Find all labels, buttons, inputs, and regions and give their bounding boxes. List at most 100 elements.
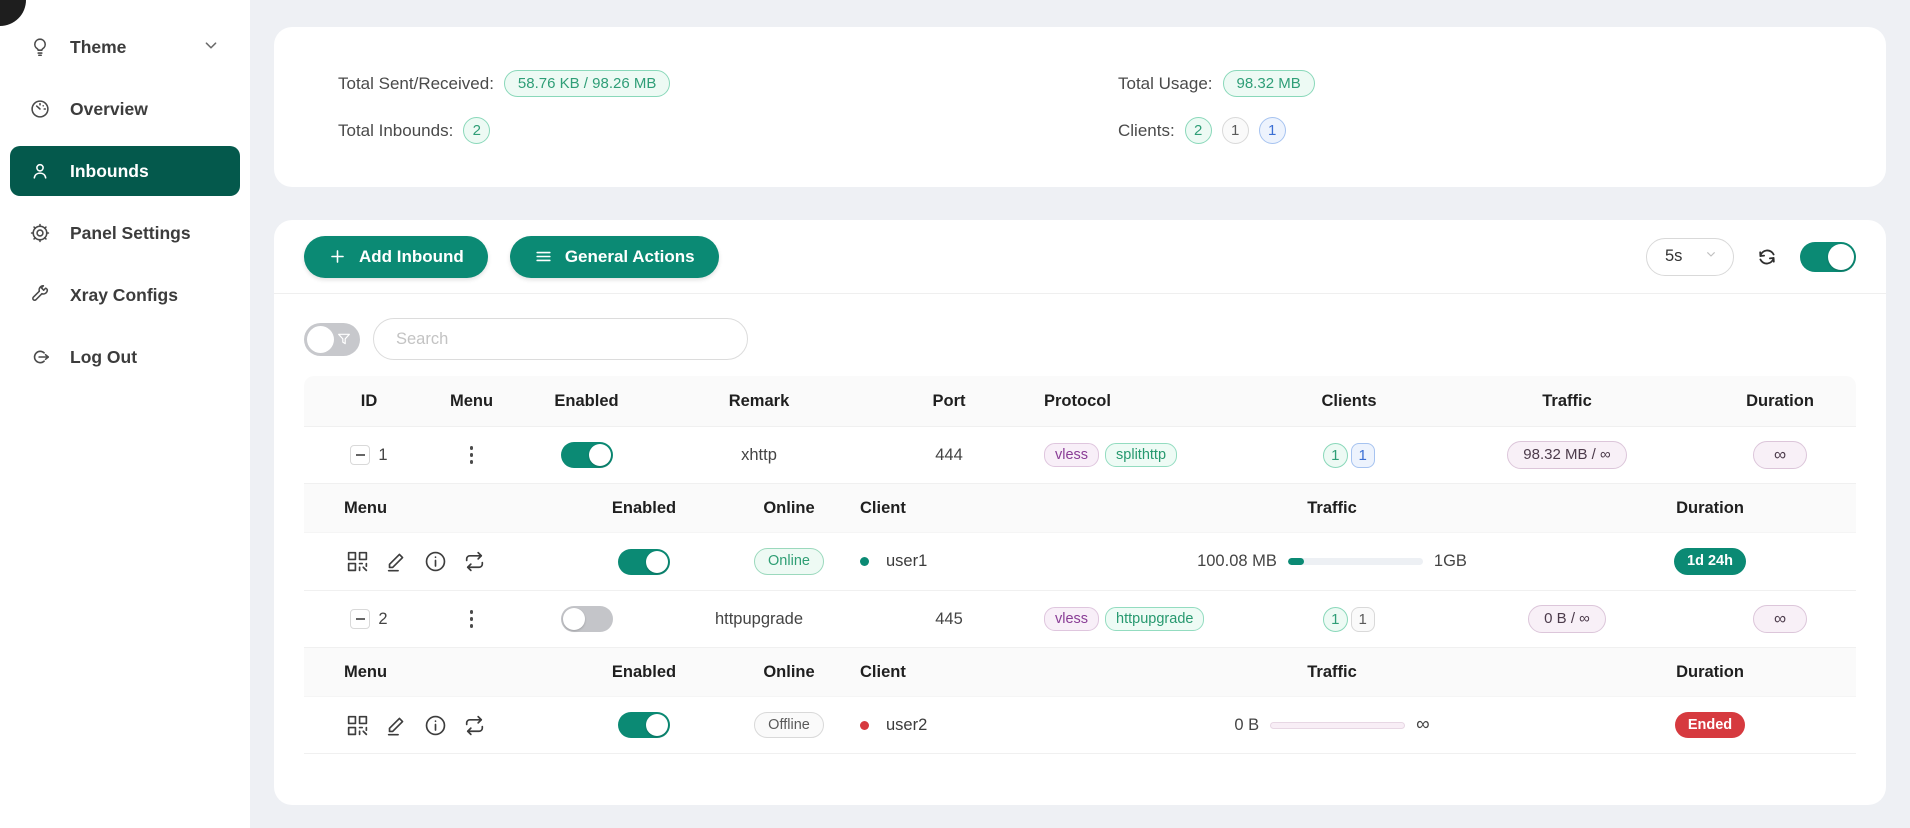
inbound-port: 445 xyxy=(854,610,1044,629)
refresh-interval-select[interactable]: 5s xyxy=(1646,238,1734,276)
menu-lines-icon xyxy=(534,247,553,266)
row-menu-icon[interactable] xyxy=(462,606,482,632)
info-icon[interactable] xyxy=(422,712,449,739)
inbound-id: 1 xyxy=(378,446,387,465)
sidebar-item-label: Log Out xyxy=(70,347,137,368)
bulb-icon xyxy=(28,35,52,59)
total-inbounds-badge: 2 xyxy=(463,117,490,144)
subcol-duration: Duration xyxy=(1560,499,1860,518)
traffic-used: 0 B xyxy=(1234,716,1259,735)
plus-icon xyxy=(328,247,347,266)
total-usage-badge: 98.32 MB xyxy=(1223,70,1315,97)
subcol-client: Client xyxy=(844,663,1104,682)
clients-badge-online: 1 xyxy=(1259,117,1286,144)
subcol-online: Online xyxy=(734,499,844,518)
chevron-down-icon xyxy=(1703,246,1719,267)
client-dot xyxy=(860,721,869,730)
sidebar-item-logout[interactable]: Log Out xyxy=(10,332,240,382)
traffic-total: ∞ xyxy=(1416,714,1430,736)
sidebar-item-inbounds[interactable]: Inbounds xyxy=(10,146,240,196)
subcol-enabled: Enabled xyxy=(554,663,734,682)
clients-badge-total: 2 xyxy=(1185,117,1212,144)
total-sent-received-badge: 58.76 KB / 98.26 MB xyxy=(504,70,670,97)
add-inbound-button[interactable]: Add Inbound xyxy=(304,236,488,278)
stats-card: Total Sent/Received: 58.76 KB / 98.26 MB… xyxy=(274,27,1886,187)
col-remark: Remark xyxy=(664,392,854,411)
traffic-used: 100.08 MB xyxy=(1197,552,1277,571)
client-header-row: Menu Enabled Online Client Traffic Durat… xyxy=(304,483,1856,532)
general-actions-button[interactable]: General Actions xyxy=(510,236,719,278)
traffic-total: 1GB xyxy=(1434,552,1467,571)
total-inbounds-label: Total Inbounds: xyxy=(338,121,453,141)
gear-icon xyxy=(28,221,52,245)
subcol-duration: Duration xyxy=(1560,663,1860,682)
client-duration-badge: Ended xyxy=(1675,712,1745,739)
inbound-online-badge: 1 xyxy=(1351,443,1375,468)
subcol-menu: Menu xyxy=(304,499,554,518)
clients-label: Clients: xyxy=(1118,121,1175,141)
protocol-tag: httpupgrade xyxy=(1105,607,1204,632)
search-row xyxy=(274,294,1886,376)
inbound-remark: xhttp xyxy=(664,446,854,465)
inbound-id: 2 xyxy=(378,610,387,629)
refresh-icon[interactable] xyxy=(1754,244,1780,270)
table-row: 1 xhttp 444 vless splithttp 1 1 98.32 MB… xyxy=(304,426,1856,483)
subcol-menu: Menu xyxy=(304,663,554,682)
client-enabled-toggle[interactable] xyxy=(618,712,670,738)
online-status-badge: Offline xyxy=(754,712,824,739)
user-icon xyxy=(28,159,52,183)
col-port: Port xyxy=(854,392,1044,411)
edit-icon[interactable] xyxy=(383,712,410,739)
subcol-client: Client xyxy=(844,499,1104,518)
wrench-icon xyxy=(28,283,52,307)
sidebar-item-panel-settings[interactable]: Panel Settings xyxy=(10,208,240,258)
clients-badge-deactivated: 1 xyxy=(1222,117,1249,144)
filter-toggle[interactable] xyxy=(304,323,360,356)
client-name: user2 xyxy=(886,716,927,735)
collapse-row-button[interactable] xyxy=(350,445,370,465)
sidebar-item-label: Overview xyxy=(70,99,148,120)
row-menu-icon[interactable] xyxy=(462,442,482,468)
edit-icon[interactable] xyxy=(383,548,410,575)
inbound-clients-badge: 1 xyxy=(1323,607,1347,632)
col-menu: Menu xyxy=(434,392,509,411)
col-clients: Clients xyxy=(1264,392,1434,411)
inbound-remark: httpupgrade xyxy=(664,610,854,629)
sidebar-item-overview[interactable]: Overview xyxy=(10,84,240,134)
qr-code-icon[interactable] xyxy=(344,548,371,575)
inbound-enabled-toggle[interactable] xyxy=(561,606,613,632)
traffic-progress-bar xyxy=(1288,558,1423,565)
reset-traffic-icon[interactable] xyxy=(461,712,488,739)
toolbar: Add Inbound General Actions 5s xyxy=(274,220,1886,294)
info-icon[interactable] xyxy=(422,548,449,575)
sidebar-item-label: Inbounds xyxy=(70,161,149,182)
subcol-traffic: Traffic xyxy=(1104,663,1560,682)
traffic-progress-bar xyxy=(1270,722,1405,729)
table-row: 2 httpupgrade 445 vless httpupgrade 1 1 … xyxy=(304,590,1856,647)
inbound-enabled-toggle[interactable] xyxy=(561,442,613,468)
online-status-badge: Online xyxy=(754,548,824,575)
col-id: ID xyxy=(304,392,434,411)
subcol-enabled: Enabled xyxy=(554,499,734,518)
col-duration: Duration xyxy=(1700,392,1860,411)
chevron-down-icon xyxy=(200,34,222,61)
col-enabled: Enabled xyxy=(509,392,664,411)
client-row: Offline user2 0 B ∞ Ended xyxy=(304,696,1856,754)
sidebar-item-label: Panel Settings xyxy=(70,223,191,244)
col-traffic: Traffic xyxy=(1434,392,1700,411)
sidebar-item-xray-configs[interactable]: Xray Configs xyxy=(10,270,240,320)
subcol-traffic: Traffic xyxy=(1104,499,1560,518)
table-header-row: ID Menu Enabled Remark Port Protocol Cli… xyxy=(304,376,1856,426)
inbound-traffic-badge: 98.32 MB / ∞ xyxy=(1507,441,1626,469)
collapse-row-button[interactable] xyxy=(350,609,370,629)
qr-code-icon[interactable] xyxy=(344,712,371,739)
sidebar-item-theme[interactable]: Theme xyxy=(10,22,240,72)
sidebar-item-label: Xray Configs xyxy=(70,285,178,306)
search-input[interactable] xyxy=(373,318,748,360)
reset-traffic-icon[interactable] xyxy=(461,548,488,575)
protocol-tag: vless xyxy=(1044,443,1099,468)
client-enabled-toggle[interactable] xyxy=(618,549,670,575)
auto-refresh-toggle[interactable] xyxy=(1800,242,1856,272)
inbound-duration-badge: ∞ xyxy=(1753,441,1807,469)
client-name: user1 xyxy=(886,552,927,571)
